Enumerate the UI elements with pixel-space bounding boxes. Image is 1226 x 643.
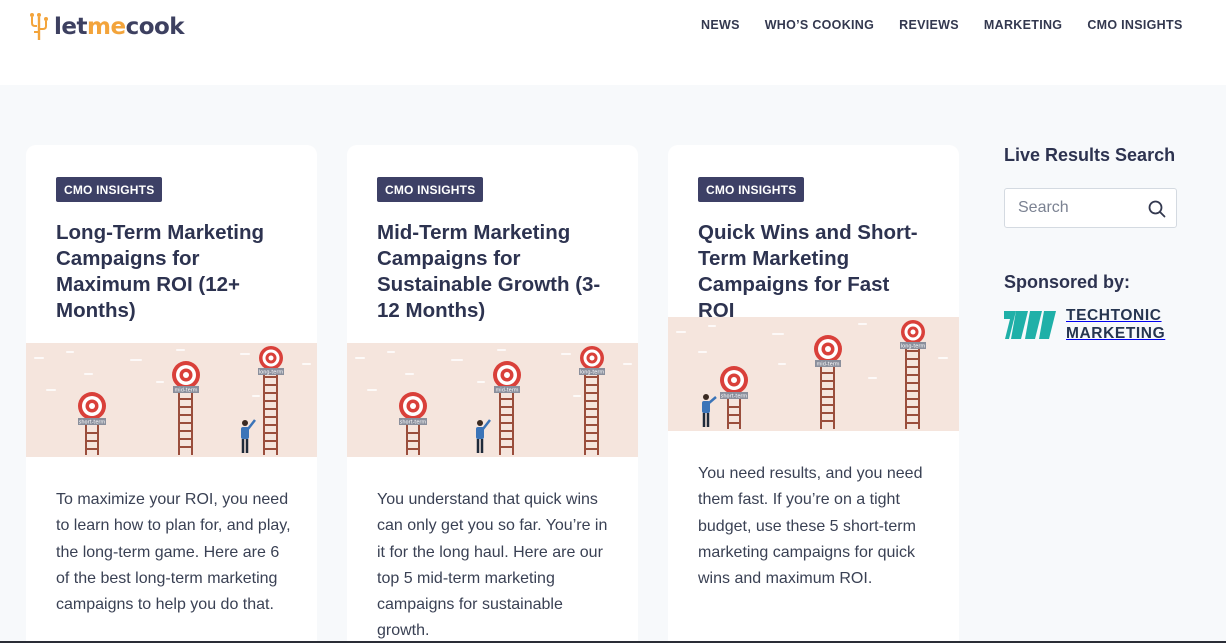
search-input[interactable] (1005, 189, 1145, 227)
sponsor-name-line2: MARKETING (1066, 325, 1166, 342)
search-icon[interactable] (1148, 200, 1166, 218)
article-card[interactable]: CMO INSIGHTS Quick Wins and Short-Term M… (668, 145, 959, 643)
sponsor-heading: Sponsored by: (1004, 272, 1131, 292)
illustration-label-long: long-term (259, 370, 284, 376)
illustration-label-long: long-term (580, 370, 605, 376)
article-excerpt: You understand that quick wins can only … (377, 491, 608, 640)
targets-illustration: short-term mid-term long-term (34, 346, 311, 455)
category-badge[interactable]: CMO INSIGHTS (56, 177, 163, 202)
search-box (1004, 188, 1177, 228)
targets-illustration: short-term mid-term long-term (355, 346, 632, 455)
article-card[interactable]: CMO INSIGHTS Mid-Term Marketing Campaign… (347, 145, 638, 643)
illustration-label-short: short-term (79, 420, 106, 426)
sidebar: Live Results Search Sponsored by: TECHTO… (1004, 145, 1184, 343)
article-title[interactable]: Mid-Term Marketing Campaigns for Sustain… (377, 220, 608, 324)
illustration-label-mid: mid-term (816, 362, 839, 368)
nav-item-whos-cooking[interactable]: WHO’S COOKING (765, 17, 874, 33)
sponsor-name: TECHTONIC MARKETING (1066, 307, 1165, 343)
article-title[interactable]: Quick Wins and Short-Term Marketing Camp… (698, 220, 929, 324)
illustration-label-short: short-term (400, 420, 427, 426)
main-nav: NEWS WHO’S COOKING REVIEWS MARKETING CMO… (701, 17, 1208, 33)
illustration-label-long: long-term (901, 344, 926, 350)
logo-wordmark: letmecook (54, 14, 185, 40)
article-image[interactable]: short-term mid-term long-term (347, 343, 638, 457)
site-logo[interactable]: letmecook (26, 10, 185, 44)
site-header: letmecook NEWS WHO’S COOKING REVIEWS MAR… (0, 0, 1226, 85)
illustration-label-mid: mid-term (495, 388, 518, 394)
sponsor-logo-link[interactable]: TECHTONIC MARKETING (1004, 307, 1184, 343)
illustration-label-short: short-term (721, 394, 748, 400)
article-image[interactable]: short-term mid-term long-term (26, 343, 317, 457)
nav-item-cmo-insights[interactable]: CMO INSIGHTS (1087, 17, 1182, 33)
category-badge[interactable]: CMO INSIGHTS (698, 177, 805, 202)
logo-icon (30, 13, 48, 40)
sponsor-name-line1: TECHTONIC (1066, 307, 1162, 324)
nav-item-news[interactable]: NEWS (701, 17, 740, 33)
article-card[interactable]: CMO INSIGHTS Long-Term Marketing Campaig… (26, 145, 317, 643)
logo-text-cook: cook (125, 14, 185, 40)
article-excerpt: You need results, and you need them fast… (698, 465, 923, 588)
logo-text-me: me (86, 14, 126, 40)
search-heading: Live Results Search (1004, 145, 1176, 165)
article-title[interactable]: Long-Term Marketing Campaigns for Maximu… (56, 220, 287, 324)
article-image[interactable]: short-term mid-term long-term (668, 317, 959, 431)
nav-item-marketing[interactable]: MARKETING (984, 17, 1062, 33)
illustration-label-mid: mid-term (174, 388, 197, 394)
nav-item-reviews[interactable]: REVIEWS (899, 17, 959, 33)
logo-text-let: let (54, 14, 87, 40)
techtonic-marketing-logo-icon (1004, 311, 1056, 339)
article-excerpt: To maximize your ROI, you need to learn … (56, 491, 291, 614)
targets-illustration: short-term mid-term long-term (676, 320, 948, 429)
category-badge[interactable]: CMO INSIGHTS (377, 177, 484, 202)
